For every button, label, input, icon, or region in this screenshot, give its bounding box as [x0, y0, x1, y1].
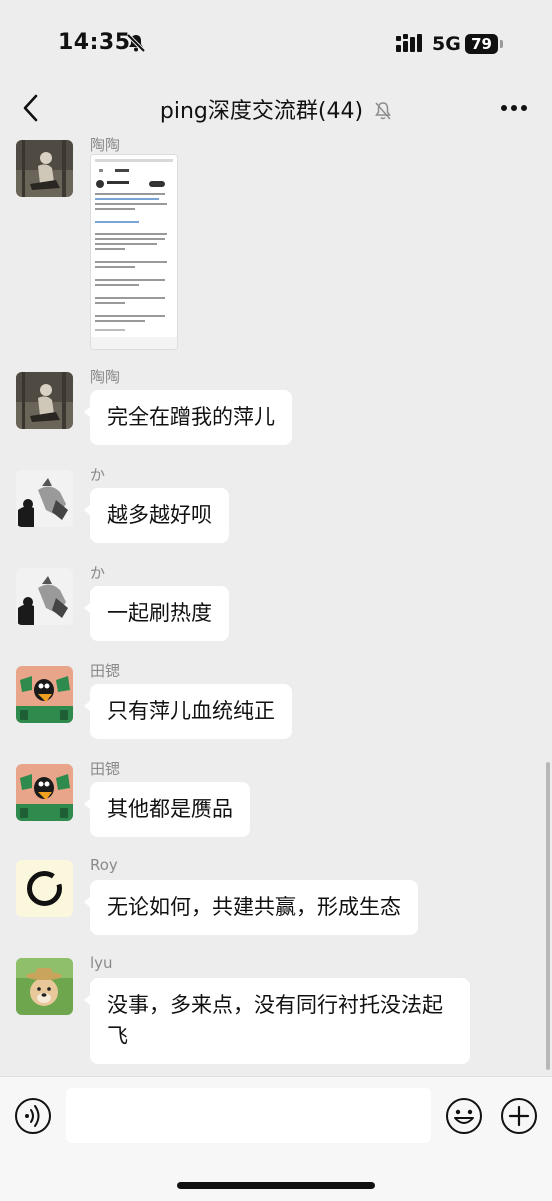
- scrollbar[interactable]: [546, 762, 550, 1070]
- battery-icon: 79: [465, 34, 503, 54]
- avatar[interactable]: [16, 764, 73, 821]
- status-time: 14:35: [58, 30, 131, 55]
- page-title: ping深度交流群(44): [159, 99, 364, 124]
- message-bubble[interactable]: 完全在蹭我的萍儿: [84, 390, 292, 445]
- sender-name: か: [90, 564, 106, 582]
- avatar[interactable]: [16, 372, 73, 429]
- message-bubble[interactable]: 没事，多来点，没有同行衬托没法起飞: [84, 978, 470, 1064]
- message-item: 田锶 其他都是赝品: [0, 758, 552, 848]
- plus-button[interactable]: [500, 1097, 538, 1135]
- more-icon: [501, 105, 527, 111]
- emoji-button[interactable]: [445, 1097, 483, 1135]
- signal-icon: [396, 34, 424, 56]
- avatar[interactable]: [16, 958, 73, 1015]
- avatar[interactable]: [16, 470, 73, 527]
- message-input[interactable]: [66, 1088, 431, 1143]
- status-bar: 14:35 5G 79: [0, 0, 552, 80]
- nav-bar: ping深度交流群(44): [0, 80, 552, 136]
- message-list[interactable]: 陶陶 陶陶 完全在蹭我的萍儿 か 越多越好呗 か 一起刷热度 田锶 只有萍儿血统…: [0, 136, 552, 1076]
- avatar[interactable]: [16, 568, 73, 625]
- message-item: か 一起刷热度: [0, 562, 552, 652]
- sender-name: lyu: [90, 954, 113, 972]
- emoji-icon: [446, 1098, 482, 1134]
- home-indicator[interactable]: [177, 1182, 375, 1189]
- message-bubble[interactable]: 只有萍儿血统纯正: [84, 684, 292, 739]
- sender-name: か: [90, 466, 106, 484]
- bell-off-icon: [126, 33, 146, 57]
- sender-name: 陶陶: [90, 136, 121, 154]
- message-bubble[interactable]: 一起刷热度: [84, 586, 229, 641]
- message-item: 陶陶 完全在蹭我的萍儿: [0, 366, 552, 456]
- voice-button[interactable]: [14, 1097, 52, 1135]
- battery-level: 79: [465, 34, 498, 54]
- mute-icon: [374, 101, 392, 125]
- avatar[interactable]: [16, 666, 73, 723]
- voice-icon: [15, 1098, 51, 1134]
- message-item: lyu 没事，多来点，没有同行衬托没法起飞: [0, 954, 552, 1074]
- sender-name: 田锶: [90, 760, 121, 778]
- avatar[interactable]: [16, 140, 73, 197]
- sender-name: 陶陶: [90, 368, 121, 386]
- image-message[interactable]: [90, 154, 178, 350]
- message-item: か 越多越好呗: [0, 464, 552, 554]
- message-bubble[interactable]: 越多越好呗: [84, 488, 229, 543]
- sender-name: 田锶: [90, 662, 121, 680]
- network-type: 5G: [432, 33, 461, 55]
- plus-icon: [501, 1098, 537, 1134]
- avatar[interactable]: [16, 860, 73, 917]
- more-button[interactable]: [496, 94, 532, 122]
- message-item: 田锶 只有萍儿血统纯正: [0, 660, 552, 750]
- message-bubble[interactable]: 其他都是赝品: [84, 782, 250, 837]
- message-bubble[interactable]: 无论如何，共建共赢，形成生态: [84, 880, 418, 935]
- sender-name: Roy: [90, 856, 118, 874]
- message-item: 陶陶: [0, 136, 552, 356]
- chat-title: ping深度交流群(44): [0, 93, 552, 125]
- message-item: Roy 无论如何，共建共赢，形成生态: [0, 856, 552, 946]
